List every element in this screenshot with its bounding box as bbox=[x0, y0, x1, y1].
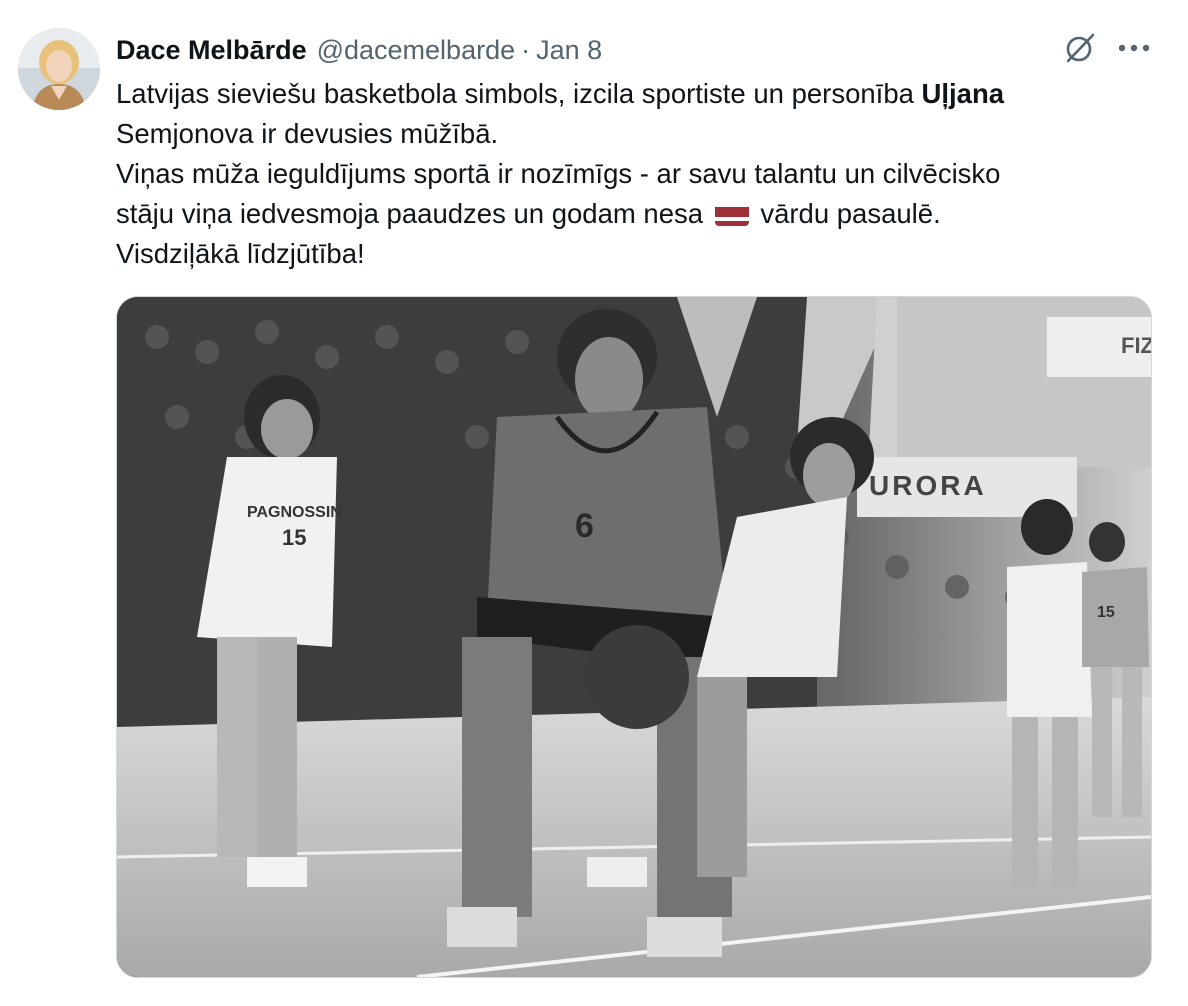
jersey-number-center: 6 bbox=[575, 507, 594, 545]
tweet-text-line-3: Viņas mūža ieguldījums sportā ir nozīmīg… bbox=[116, 158, 1001, 189]
sponsor-text: PAGNOSSIN bbox=[247, 504, 342, 521]
latvia-flag-icon bbox=[714, 202, 749, 226]
tweet-text-line-5: Visdziļākā līdzjūtība! bbox=[116, 238, 365, 269]
tweet-text-line-1: Latvijas sieviešu basketbola simbols, iz… bbox=[116, 78, 1005, 109]
author-name[interactable]: Dace Melbārde bbox=[116, 35, 307, 66]
author-avatar[interactable] bbox=[18, 28, 100, 110]
corner-sign: FIZ bbox=[1121, 333, 1151, 358]
jersey-number-right: 15 bbox=[1097, 604, 1115, 621]
basketball-photo: FIZ URORA PAGNOSSIN 15 6 15 bbox=[117, 297, 1151, 977]
tweet-card[interactable]: Dace Melbārde @dacemelbarde · Jan 8 Latv… bbox=[0, 0, 1188, 1006]
tweet-text-line-4: stāju viņa iedvesmoja paaudzes un godam … bbox=[116, 198, 941, 229]
bold-name: Uļjana bbox=[921, 78, 1005, 109]
separator-dot: · bbox=[521, 34, 531, 65]
tweet-text-line-2: Semjonova ir devusies mūžībā. bbox=[116, 118, 499, 149]
tweet-header: Dace Melbārde @dacemelbarde · Jan 8 bbox=[116, 30, 602, 70]
grok-icon[interactable] bbox=[1060, 28, 1100, 68]
arena-sign: URORA bbox=[869, 470, 987, 501]
jersey-number-left: 15 bbox=[282, 525, 306, 550]
tweet-date[interactable]: Jan 8 bbox=[536, 35, 602, 66]
tweet-text: Latvijas sieviešu basketbola simbols, iz… bbox=[116, 74, 1156, 274]
avatar-portrait bbox=[18, 28, 100, 110]
author-handle[interactable]: @dacemelbarde bbox=[317, 35, 516, 66]
more-icon[interactable] bbox=[1112, 28, 1156, 68]
tweet-photo[interactable]: FIZ URORA PAGNOSSIN 15 6 15 bbox=[116, 296, 1152, 978]
